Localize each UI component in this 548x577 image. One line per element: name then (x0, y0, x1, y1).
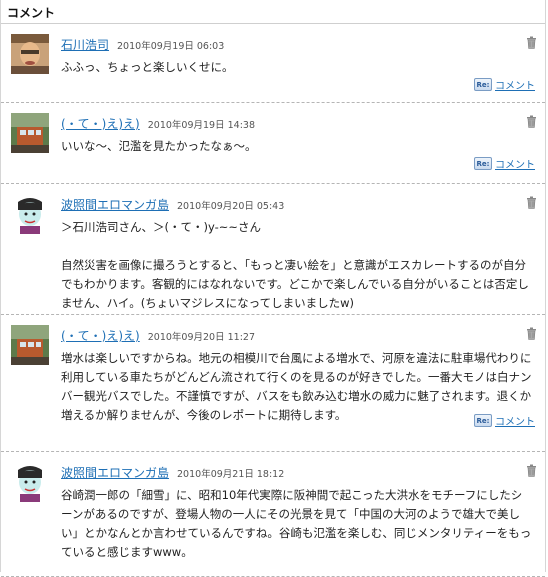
delete-icon[interactable] (526, 113, 537, 128)
delete-icon[interactable] (526, 325, 537, 340)
comment-paragraph: 増水は楽しいですからね。地元の相模川で台風による増水で、河原を違法に駐車場代わり… (61, 351, 532, 422)
reply-button[interactable]: Re: コメント (474, 77, 535, 92)
reply-link[interactable]: コメント (495, 413, 535, 428)
comment-body: 谷崎潤一郎の「細雪」に、昭和10年代実際に阪神間で起こった大洪水をモチーフにした… (61, 486, 533, 562)
comment-paragraph: 谷崎潤一郎の「細雪」に、昭和10年代実際に阪神間で起こった大洪水をモチーフにした… (61, 488, 532, 559)
reply-icon: Re: (474, 157, 492, 170)
commenter-name-link[interactable]: 波照間エロマンガ島 (61, 198, 169, 212)
comment-item: 波照間エロマンガ島 2010年09月21日 18:12 谷崎潤一郎の「細雪」に、昭和… (1, 452, 545, 577)
reply-link[interactable]: コメント (495, 77, 535, 92)
avatar (11, 34, 49, 74)
comment-item: (・て・)え)え) 2010年09月20日 11:27 増水は楽しいですからね。地元… (1, 315, 545, 452)
reply-icon: Re: (474, 78, 492, 91)
comment-meta: (・て・)え)え) 2010年09月20日 11:27 (61, 327, 255, 344)
comment-meta: (・て・)え)え) 2010年09月19日 14:38 (61, 115, 255, 132)
comment-meta: 波照間エロマンガ島 2010年09月21日 18:12 (61, 464, 284, 481)
delete-icon[interactable] (526, 194, 537, 209)
section-title: コメント (1, 0, 545, 24)
comment-paragraph: いいな〜、氾濫を見たかったなぁ〜。 (61, 139, 257, 153)
reply-icon: Re: (474, 414, 492, 427)
comment-item: 石川浩司 2010年09月19日 06:03 ふふっ、ちょっと楽しいくせに。 Re: コ… (1, 24, 545, 103)
comment-meta: 石川浩司 2010年09月19日 06:03 (61, 36, 224, 53)
comment-list: 石川浩司 2010年09月19日 06:03 ふふっ、ちょっと楽しいくせに。 Re: コ… (1, 24, 545, 577)
comment-date: 2010年09月19日 06:03 (117, 41, 225, 52)
commenter-name-link[interactable]: (・て・)え)え) (61, 329, 140, 343)
comment-paragraph: ＞石川浩司さん、＞(・て・)y-~~さん (61, 220, 261, 234)
comment-date: 2010年09月20日 11:27 (147, 332, 255, 343)
comment-body: ふふっ、ちょっと楽しいくせに。 (61, 58, 533, 77)
avatar (11, 462, 49, 502)
reply-button[interactable]: Re: コメント (474, 413, 535, 428)
commenter-name-link[interactable]: (・て・)え)え) (61, 117, 140, 131)
avatar (11, 194, 49, 234)
comment-body: ＞石川浩司さん、＞(・て・)y-~~さん自然災害を画像に撮ろうとすると、「もっと… (61, 218, 533, 313)
comment-paragraph: ふふっ、ちょっと楽しいくせに。 (61, 60, 234, 74)
delete-icon[interactable] (526, 462, 537, 477)
delete-icon[interactable] (526, 34, 537, 49)
comment-body: 増水は楽しいですからね。地元の相模川で台風による増水で、河原を違法に駐車場代わり… (61, 349, 533, 425)
reply-button[interactable]: Re: コメント (474, 156, 535, 171)
comment-paragraph: 自然災害を画像に撮ろうとすると、「もっと凄い絵を」と意識がエスカレートするのが自… (61, 258, 529, 310)
comment-date: 2010年09月20日 05:43 (177, 201, 285, 212)
commenter-name-link[interactable]: 石川浩司 (61, 38, 109, 52)
comments-panel: コメント 石川浩司 2010年09月19日 06:03 ふふっ、ちょっと楽しいくせに… (0, 0, 546, 577)
reply-link[interactable]: コメント (495, 156, 535, 171)
comment-item: (・て・)え)え) 2010年09月19日 14:38 いいな〜、氾濫を見たかったな… (1, 103, 545, 184)
comment-meta: 波照間エロマンガ島 2010年09月20日 05:43 (61, 196, 284, 213)
comment-date: 2010年09月19日 14:38 (147, 120, 255, 131)
comment-item: 波照間エロマンガ島 2010年09月20日 05:43 ＞石川浩司さん、＞(・て・)… (1, 184, 545, 315)
avatar (11, 325, 49, 365)
commenter-name-link[interactable]: 波照間エロマンガ島 (61, 466, 169, 480)
comment-body: いいな〜、氾濫を見たかったなぁ〜。 (61, 137, 533, 156)
avatar (11, 113, 49, 153)
comment-date: 2010年09月21日 18:12 (177, 469, 285, 480)
